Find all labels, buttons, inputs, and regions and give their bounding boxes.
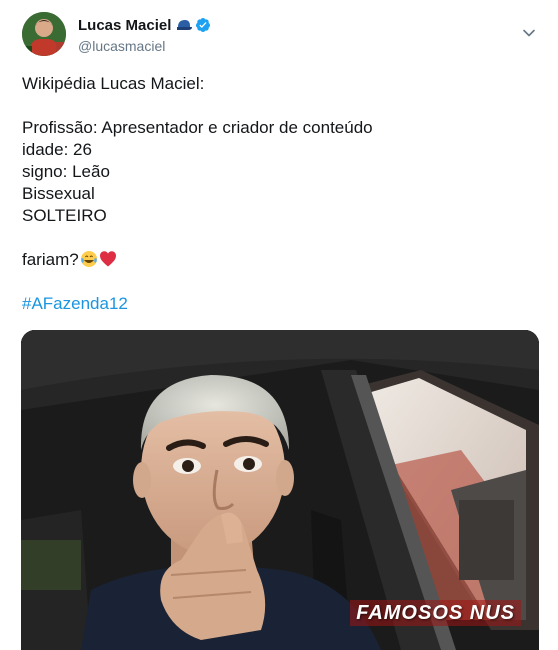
chevron-down-icon[interactable] (522, 26, 536, 40)
tweet-line: Wikipédia Lucas Maciel: (22, 74, 205, 93)
author-name[interactable]: Lucas Maciel (78, 17, 171, 34)
closing-line: fariam? (22, 249, 532, 271)
name-row: Lucas Maciel (78, 15, 211, 35)
watermark: FAMOSOS NUS (350, 600, 521, 626)
face-with-tears-of-joy-icon (80, 251, 97, 267)
tweet-line (22, 95, 532, 117)
hashtag-line: #AFazenda12 (22, 293, 532, 315)
tweet-line: idade: 26 (22, 140, 92, 159)
avatar[interactable] (22, 12, 66, 56)
avatar-image (22, 12, 66, 56)
author-handle[interactable]: @lucasmaciel (78, 38, 211, 54)
tweet-line: Bissexual (22, 184, 95, 203)
tweet-line: Profissão: Apresentador e criador de con… (22, 118, 373, 137)
author-block: Lucas Maciel @lucasmaciel (78, 15, 211, 54)
tweet-line (22, 227, 532, 249)
tweet-card: Lucas Maciel @lucasmaciel Wikipédia Luca… (0, 0, 558, 650)
closing-text: fariam? (22, 250, 79, 269)
tweet-media[interactable]: FAMOSOS NUS (21, 330, 539, 650)
cap-icon (177, 20, 193, 30)
tweet-line: SOLTEIRO (22, 206, 107, 225)
verified-badge-icon (196, 18, 211, 32)
tweet-header: Lucas Maciel @lucasmaciel (22, 12, 542, 62)
red-heart-icon (99, 251, 116, 267)
hashtag-link[interactable]: #AFazenda12 (22, 294, 128, 313)
tweet-line: signo: Leão (22, 162, 110, 181)
tweet-text: Wikipédia Lucas Maciel: Profissão: Apres… (22, 73, 532, 315)
